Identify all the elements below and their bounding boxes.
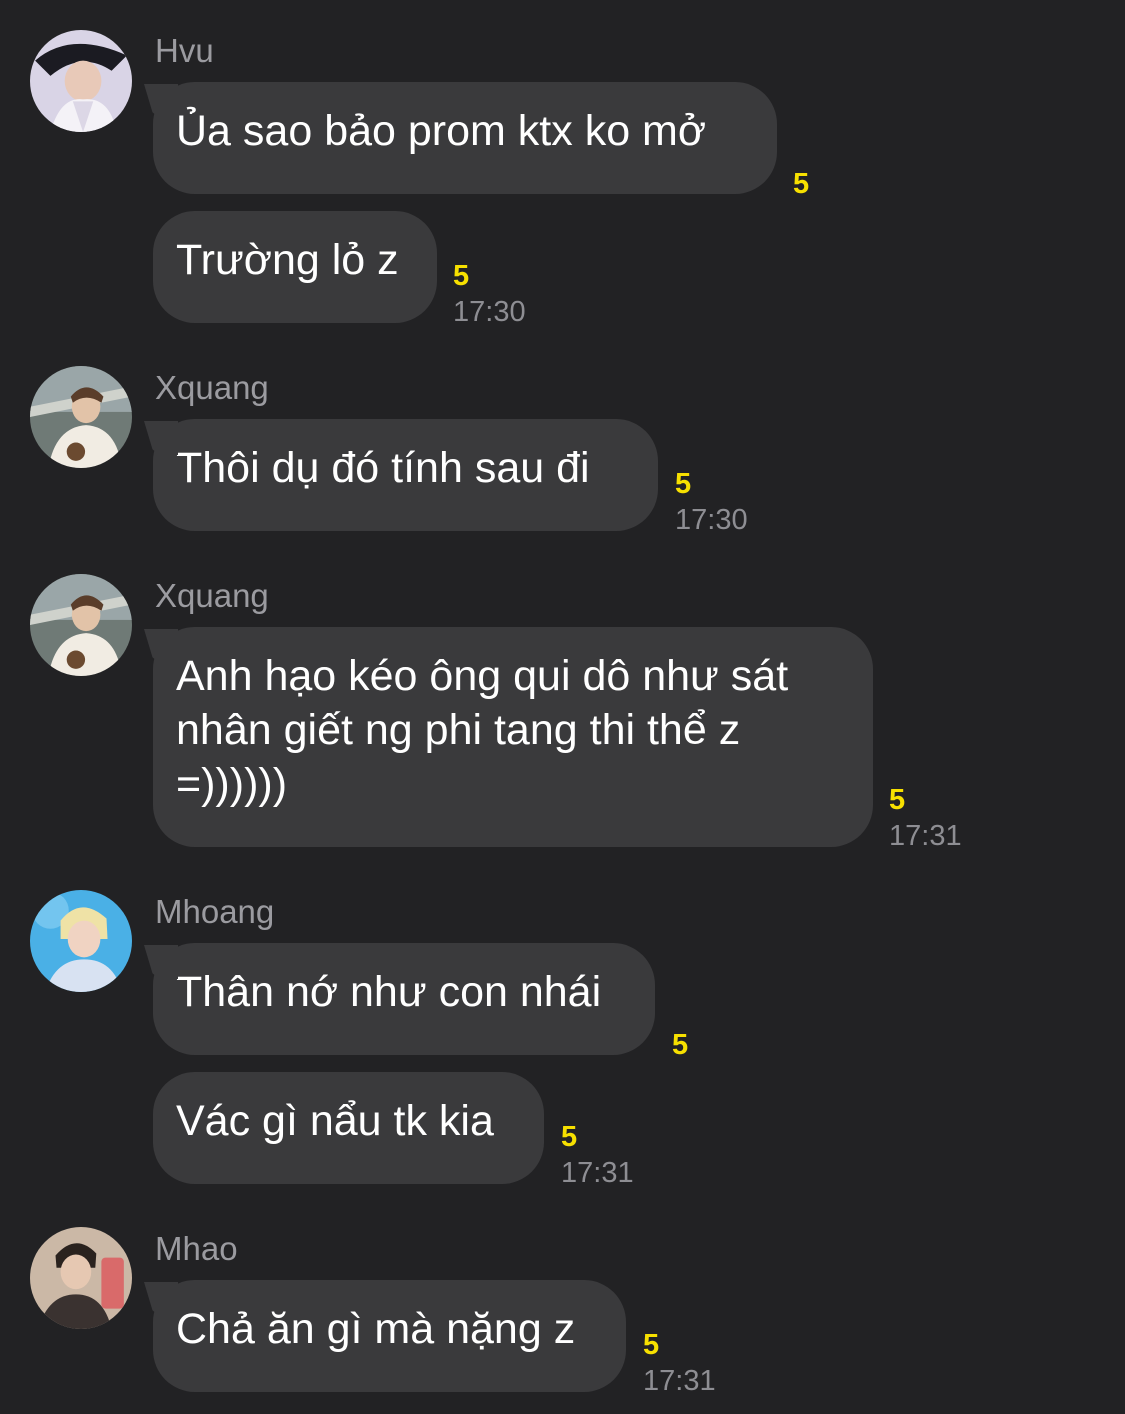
sender-name: Xquang [155,369,269,406]
avatar-xquang-image [30,366,132,468]
sender-name: Mhao [155,1230,238,1267]
message-timestamp: 17:30 [675,504,748,536]
avatar-mhao[interactable] [30,1227,132,1329]
sender-name: Hvu [155,32,214,69]
message-bubble[interactable]: Thân nớ như con nhái [153,943,655,1055]
message-timestamp: 17:30 [453,296,526,328]
reaction-count[interactable]: 5 [672,1029,688,1061]
avatar-mhoang-image [30,890,132,992]
reaction-count[interactable]: 5 [889,784,905,816]
message-timestamp: 17:31 [643,1365,716,1397]
avatar-mhao-image [30,1227,132,1329]
sender-name: Xquang [155,577,269,614]
reaction-count[interactable]: 5 [453,260,469,292]
message-timestamp: 17:31 [561,1157,634,1189]
reaction-count[interactable]: 5 [675,468,691,500]
reaction-count[interactable]: 5 [561,1121,577,1153]
message-bubble[interactable]: Thôi dụ đó tính sau đi [153,419,658,531]
message-bubble[interactable]: Vác gì nẩu tk kia [153,1072,544,1184]
avatar-xquang[interactable] [30,366,132,468]
avatar-xquang[interactable] [30,574,132,676]
message-bubble[interactable]: Anh hạo kéo ông qui dô như sát nhân giết… [153,627,873,847]
message-bubble[interactable]: Chả ăn gì mà nặng z [153,1280,626,1392]
message-bubble[interactable]: Ủa sao bảo prom ktx ko mở [153,82,777,194]
message-timestamp: 17:31 [889,820,962,852]
avatar-mhoang[interactable] [30,890,132,992]
reaction-count[interactable]: 5 [643,1329,659,1361]
avatar-hvu-image [30,30,132,132]
avatar-xquang-image [30,574,132,676]
avatar-hvu[interactable] [30,30,132,132]
reaction-count[interactable]: 5 [793,168,809,200]
sender-name: Mhoang [155,893,275,930]
message-bubble[interactable]: Trường lỏ z [153,211,437,323]
